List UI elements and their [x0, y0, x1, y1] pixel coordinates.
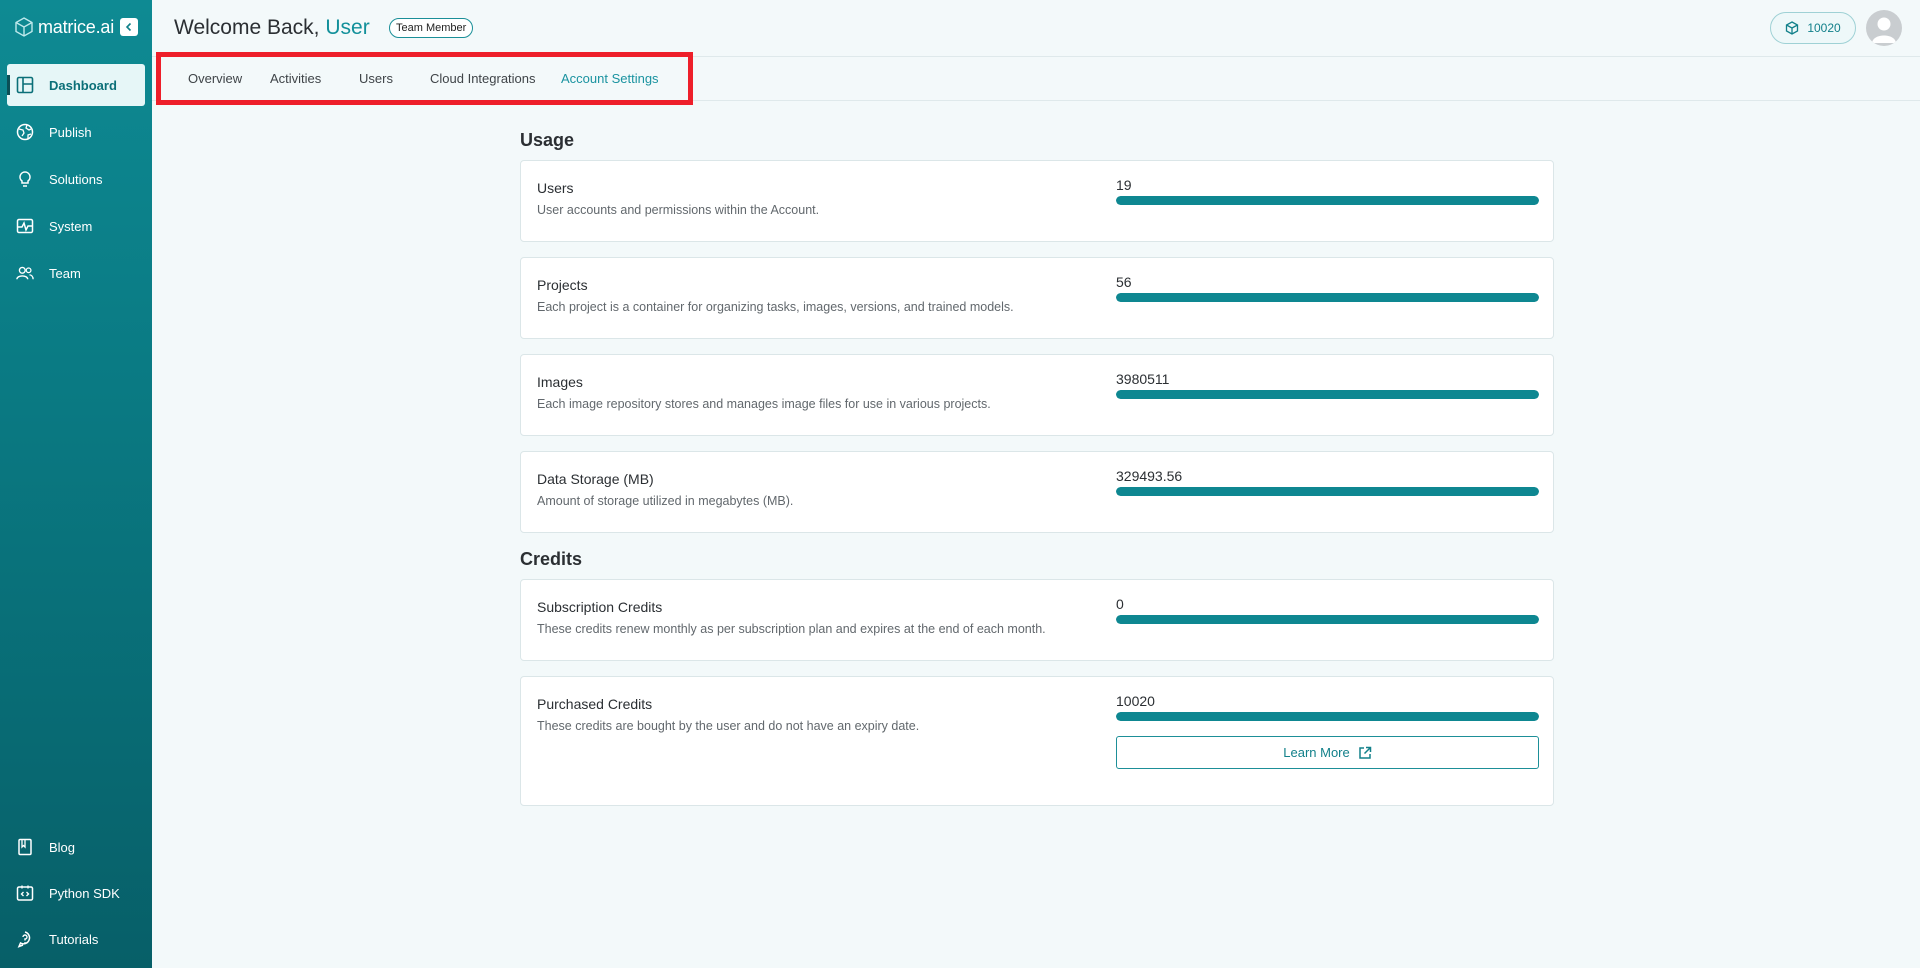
sidebar-item-team[interactable]: Team — [7, 252, 145, 294]
card-description: These credits renew monthly as per subsc… — [537, 622, 1046, 636]
usage-progress-bar — [1116, 293, 1539, 302]
sidebar-item-dashboard[interactable]: Dashboard — [7, 64, 145, 106]
progress-fill — [1116, 390, 1539, 399]
tab-activities[interactable]: Activities — [270, 71, 321, 86]
sidebar-item-label: System — [49, 218, 93, 234]
book-icon — [16, 838, 34, 856]
card-name: Purchased Credits — [537, 696, 653, 712]
usage-card-data-storage: Data Storage (MB) Amount of storage util… — [520, 451, 1554, 533]
progress-fill — [1116, 293, 1539, 302]
sidebar-item-label: Python SDK — [49, 885, 120, 901]
usage-card-projects: Projects Each project is a container for… — [520, 257, 1554, 339]
logo-cube-icon — [15, 17, 33, 37]
brand: matrice.ai — [0, 0, 152, 54]
card-value: 56 — [1116, 274, 1132, 290]
role-badge: Team Member — [389, 18, 474, 38]
sidebar: matrice.ai Dashboard Publish Solutions S… — [0, 0, 152, 968]
user-name: User — [325, 16, 370, 39]
sidebar-item-system[interactable]: System — [7, 205, 145, 247]
tab-users[interactable]: Users — [359, 71, 393, 86]
sidebar-item-label: Dashboard — [49, 77, 117, 93]
usage-progress-bar — [1116, 487, 1539, 496]
code-icon — [16, 884, 34, 902]
progress-fill — [1116, 615, 1539, 624]
card-name: Users — [537, 180, 574, 196]
sidebar-item-label: Publish — [49, 124, 92, 140]
sidebar-item-blog[interactable]: Blog — [7, 826, 145, 868]
card-name: Projects — [537, 277, 588, 293]
sidebar-item-publish[interactable]: Publish — [7, 111, 145, 153]
progress-fill — [1116, 712, 1539, 721]
welcome-text: Welcome Back, — [174, 16, 320, 39]
learn-more-label: Learn More — [1283, 745, 1350, 760]
team-icon — [16, 264, 34, 282]
card-value: 329493.56 — [1116, 468, 1183, 484]
external-link-icon — [1358, 746, 1371, 759]
sidebar-nav: Dashboard Publish Solutions System Team — [7, 64, 145, 299]
usage-card-images: Images Each image repository stores and … — [520, 354, 1554, 436]
card-name: Images — [537, 374, 583, 390]
sidebar-item-label: Blog — [49, 839, 76, 855]
progress-fill — [1116, 196, 1539, 205]
main-content: Usage Users User accounts and permission… — [520, 130, 1554, 821]
sidebar-item-solutions[interactable]: Solutions — [7, 158, 145, 200]
lightbulb-icon — [16, 170, 34, 188]
credits-count: 10020 — [1807, 21, 1841, 35]
usage-progress-bar — [1116, 390, 1539, 399]
sidebar-item-label: Solutions — [49, 171, 103, 187]
help-icon — [16, 930, 34, 948]
tab-overview[interactable]: Overview — [188, 71, 242, 86]
progress-fill — [1116, 487, 1539, 496]
credits-card-purchased: Purchased Credits These credits are boug… — [520, 676, 1554, 806]
chevron-left-icon — [125, 22, 132, 32]
credits-title: Credits — [520, 549, 583, 569]
tabs-bar: Overview Activities Users Cloud Integrat… — [152, 52, 1920, 105]
usage-title: Usage — [520, 130, 575, 150]
credits-progress-bar — [1116, 712, 1539, 721]
activity-icon — [16, 217, 34, 235]
sidebar-item-label: Team — [49, 265, 81, 281]
usage-progress-bar — [1116, 196, 1539, 205]
avatar[interactable] — [1866, 10, 1902, 46]
tab-cloud-integrations[interactable]: Cloud Integrations — [430, 71, 536, 86]
card-name: Data Storage (MB) — [537, 471, 654, 487]
tab-account-settings[interactable]: Account Settings — [561, 71, 659, 86]
card-description: Each project is a container for organizi… — [537, 300, 1014, 314]
card-value: 3980511 — [1116, 371, 1170, 387]
card-description: These credits are bought by the user and… — [537, 719, 920, 733]
card-name: Subscription Credits — [537, 599, 663, 615]
credits-card-subscription: Subscription Credits These credits renew… — [520, 579, 1554, 661]
usage-card-users: Users User accounts and permissions with… — [520, 160, 1554, 242]
user-avatar-icon — [1872, 17, 1896, 43]
card-description: User accounts and permissions within the… — [537, 203, 820, 217]
globe-icon — [16, 123, 34, 141]
sidebar-bottom-nav: Blog Python SDK Tutorials — [7, 826, 145, 964]
cube-icon — [1786, 21, 1799, 35]
card-description: Each image repository stores and manages… — [537, 397, 991, 411]
dashboard-icon — [16, 76, 34, 94]
card-value: 0 — [1116, 596, 1124, 612]
sidebar-item-tutorials[interactable]: Tutorials — [7, 918, 145, 960]
top-header: Welcome Back, User Team Member 10020 — [152, 0, 1920, 57]
sidebar-item-label: Tutorials — [49, 931, 99, 947]
credits-progress-bar — [1116, 615, 1539, 624]
page-title: Welcome Back, User — [174, 16, 370, 40]
sidebar-item-python-sdk[interactable]: Python SDK — [7, 872, 145, 914]
card-description: Amount of storage utilized in megabytes … — [537, 494, 794, 508]
collapse-sidebar-button[interactable] — [120, 18, 139, 36]
card-value: 19 — [1116, 177, 1132, 193]
credits-button[interactable]: 10020 — [1770, 12, 1856, 44]
learn-more-button[interactable]: Learn More — [1116, 736, 1539, 769]
card-value: 10020 — [1116, 693, 1155, 709]
brand-name: matrice.ai — [38, 16, 115, 37]
